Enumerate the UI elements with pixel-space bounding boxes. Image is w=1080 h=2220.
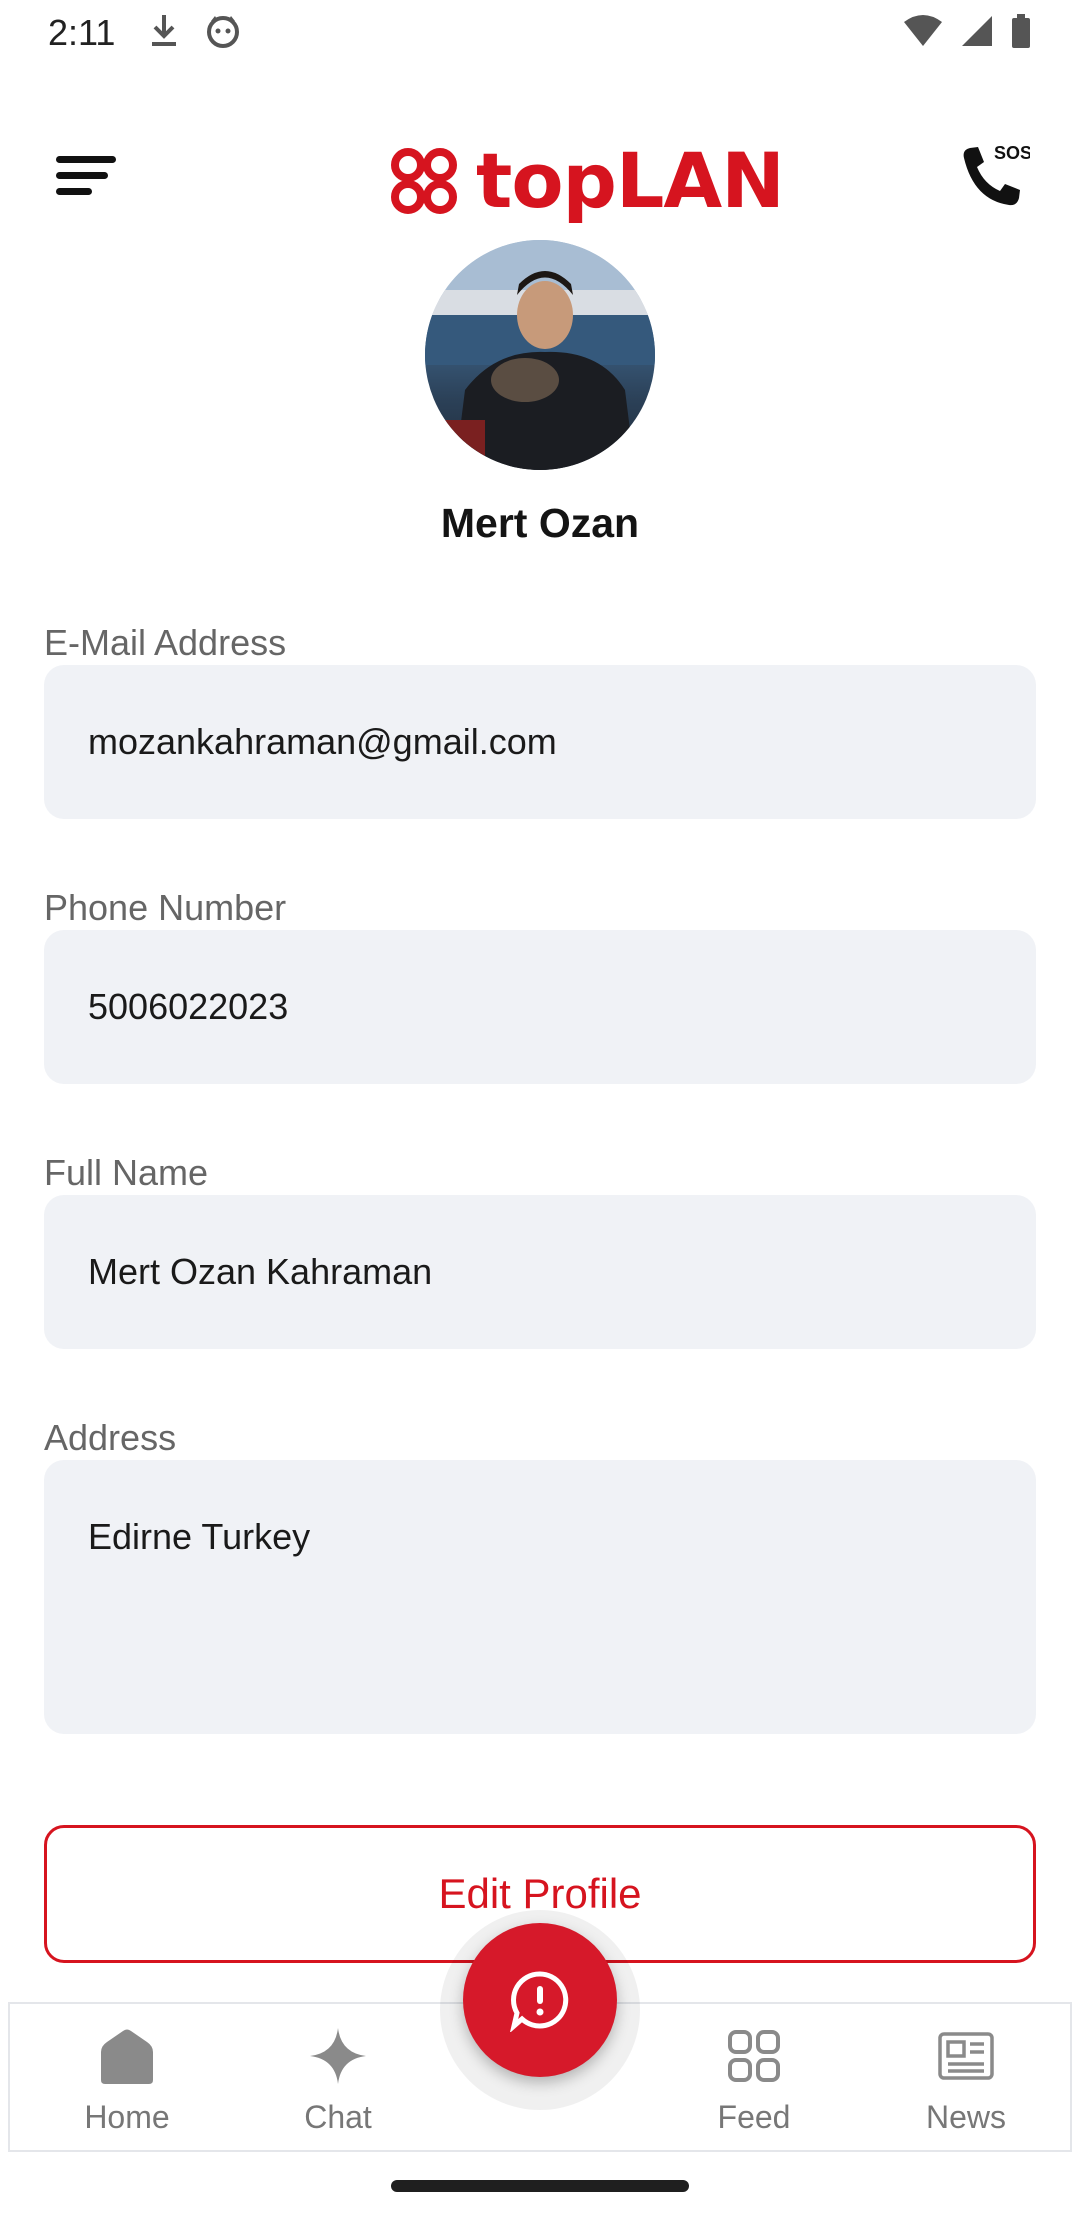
download-icon: [149, 13, 179, 54]
logo-mark-icon: [391, 147, 457, 214]
full-name-label: Full Name: [44, 1152, 209, 1193]
sos-label: SOS: [994, 143, 1030, 163]
status-time: 2:11: [48, 12, 116, 53]
menu-button[interactable]: [52, 146, 122, 206]
emergency-chat-fab[interactable]: [463, 1923, 617, 2077]
app-header: topLAN SOS: [0, 120, 1080, 240]
grid-icon: [728, 2030, 780, 2082]
email-label: E-Mail Address: [44, 622, 287, 663]
address-label: Address: [44, 1417, 177, 1458]
cat-icon: [205, 13, 241, 54]
full-name-value: Mert Ozan Kahraman: [88, 1251, 433, 1292]
sos-call-button[interactable]: SOS: [954, 138, 1032, 214]
avatar[interactable]: [425, 240, 655, 470]
nav-item-news[interactable]: News: [886, 2026, 1046, 2136]
logo-text: topLAN: [476, 136, 785, 225]
full-name-field[interactable]: Mert Ozan Kahraman: [44, 1195, 1036, 1349]
avatar-photo: [425, 240, 655, 470]
email-value: mozankahraman@gmail.com: [88, 721, 557, 762]
sparkle-icon: [310, 2028, 366, 2084]
alert-chat-icon: [510, 1971, 569, 2032]
address-field[interactable]: Edirne Turkey: [44, 1460, 1036, 1734]
nav-item-home[interactable]: Home: [47, 2026, 207, 2136]
signal-icon: [960, 14, 994, 53]
newspaper-icon: [938, 2032, 994, 2080]
phone-value: 5006022023: [88, 986, 289, 1027]
phone-label: Phone Number: [44, 887, 287, 928]
menu-icon: [56, 156, 116, 195]
phone-field[interactable]: 5006022023: [44, 930, 1036, 1084]
email-field[interactable]: mozankahraman@gmail.com: [44, 665, 1036, 819]
nav-label-news: News: [925, 2099, 1006, 2135]
home-icon: [101, 2029, 153, 2084]
phone-sos-icon: SOS: [963, 143, 1032, 206]
nav-label-chat: Chat: [304, 2099, 372, 2135]
home-indicator[interactable]: [391, 2180, 689, 2192]
wifi-icon: [902, 14, 944, 53]
nav-label-home: Home: [84, 2099, 170, 2135]
status-bar: 2:11: [0, 0, 1080, 66]
address-value: Edirne Turkey: [88, 1516, 311, 1557]
app-logo: topLAN: [386, 136, 785, 225]
nav-item-feed[interactable]: Feed: [674, 2026, 834, 2136]
battery-icon: [1010, 13, 1032, 54]
nav-item-chat[interactable]: Chat: [258, 2026, 418, 2136]
nav-label-feed: Feed: [717, 2099, 791, 2135]
user-name: Mert Ozan: [440, 500, 640, 546]
